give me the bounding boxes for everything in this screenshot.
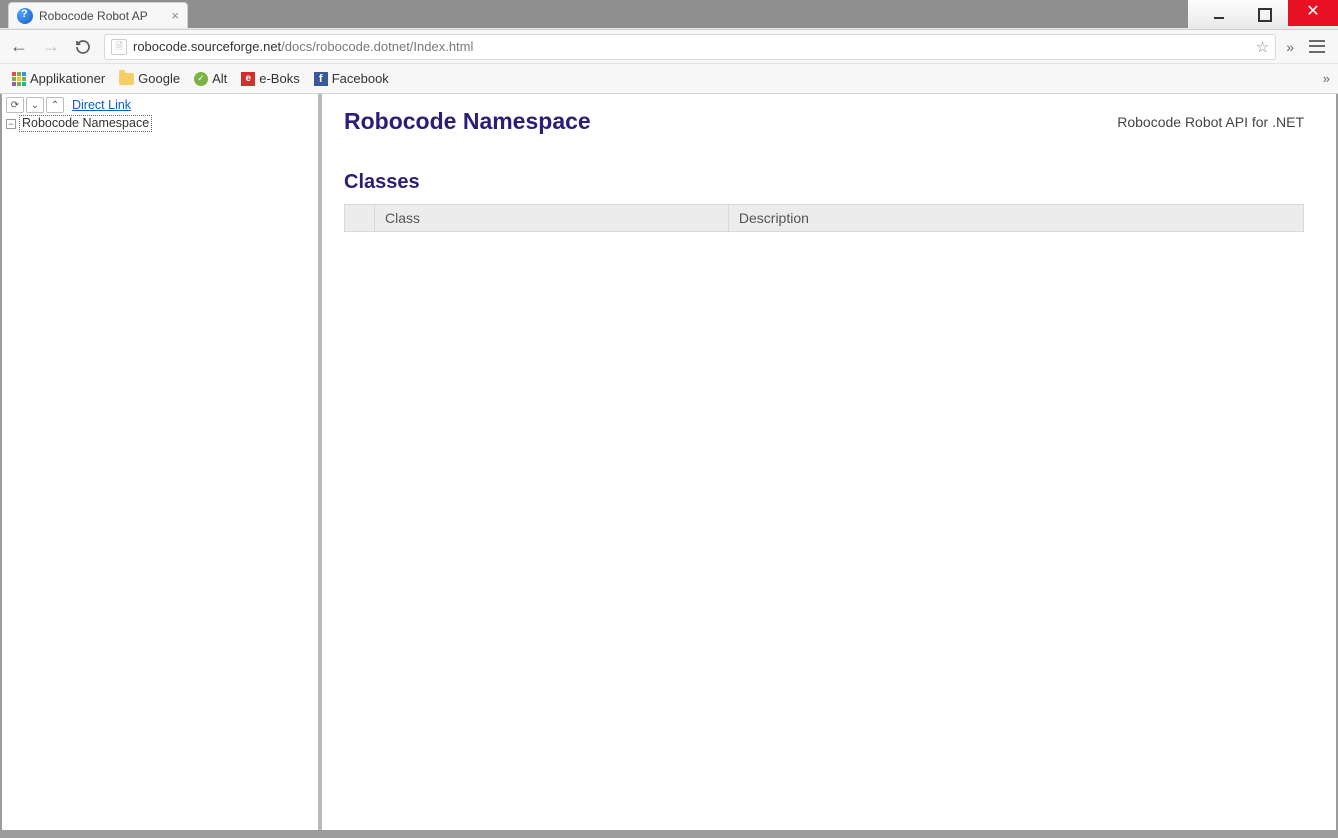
section-classes: Classes [344,171,1304,194]
col-class: Class [375,205,729,232]
address-bar: ← → 🗎 robocode.sourceforge.net /docs/rob… [0,30,1338,64]
classes-table: Class Description [344,204,1304,232]
url-input[interactable]: 🗎 robocode.sourceforge.net /docs/robocod… [104,34,1276,60]
bookmark-folder[interactable]: Google [115,69,184,88]
reload-button[interactable] [72,36,94,58]
url-host: robocode.sourceforge.net [133,39,281,54]
page-icon: 🗎 [111,39,127,55]
browser-tab[interactable]: Robocode Robot AP × [8,2,188,28]
col-icon [345,205,375,232]
browser-tabstrip: Robocode Robot AP × [0,0,1188,28]
overflow-chevron-icon[interactable]: » [1286,39,1294,55]
content-area: ⟳ ⌄ ⌃ Direct Link −Robocode Namespace Ro… [0,94,1338,832]
facebook-icon: f [314,72,328,86]
bookmark-star-icon[interactable]: ☆ [1256,38,1269,56]
apps-label: Applikationer [30,71,105,86]
direct-link[interactable]: Direct Link [72,98,131,112]
favicon-icon [17,8,33,24]
window-border-bottom [0,832,1338,838]
window-close-button[interactable] [1288,0,1338,26]
browser-menu-button[interactable] [1304,36,1330,58]
circle-icon: ✓ [194,72,208,86]
page-title: Robocode Namespace [344,108,591,135]
url-path: /docs/robocode.dotnet/Index.html [281,39,473,54]
tab-title: Robocode Robot AP [39,9,148,23]
bookmarks-bar: Applikationer Google ✓ Alt e e-Boks f Fa… [0,64,1338,94]
tab-close-icon[interactable]: × [171,8,179,23]
bookmarks-overflow-icon[interactable]: » [1323,71,1330,86]
main-panel[interactable]: Robocode Namespace Robocode Robot API fo… [322,94,1336,830]
folder-icon [119,73,134,85]
collapse-icon[interactable]: ⌃ [46,97,64,113]
sidebar-toolbar: ⟳ ⌄ ⌃ Direct Link [4,95,318,115]
bookmark-facebook[interactable]: f Facebook [310,69,393,88]
forward-button[interactable]: → [40,36,62,58]
tree-root[interactable]: −Robocode Namespace [6,115,318,132]
eboks-icon: e [241,72,255,86]
window-maximize-button[interactable] [1242,4,1288,26]
window-titlebar: Robocode Robot AP × [0,0,1338,30]
window-minimize-button[interactable] [1196,4,1242,26]
apps-icon [12,72,26,86]
expand-icon[interactable]: ⌄ [26,97,44,113]
apps-shortcut[interactable]: Applikationer [8,69,109,88]
bookmark-alt[interactable]: ✓ Alt [190,69,231,88]
bookmark-eboks[interactable]: e e-Boks [237,69,303,88]
sidebar-tree[interactable]: ⟳ ⌄ ⌃ Direct Link −Robocode Namespace [2,94,322,830]
window-controls [1196,4,1338,26]
page-subtitle: Robocode Robot API for .NET [1117,114,1304,130]
back-button[interactable]: ← [8,36,30,58]
sync-icon[interactable]: ⟳ [6,97,24,113]
col-desc: Description [728,205,1303,232]
